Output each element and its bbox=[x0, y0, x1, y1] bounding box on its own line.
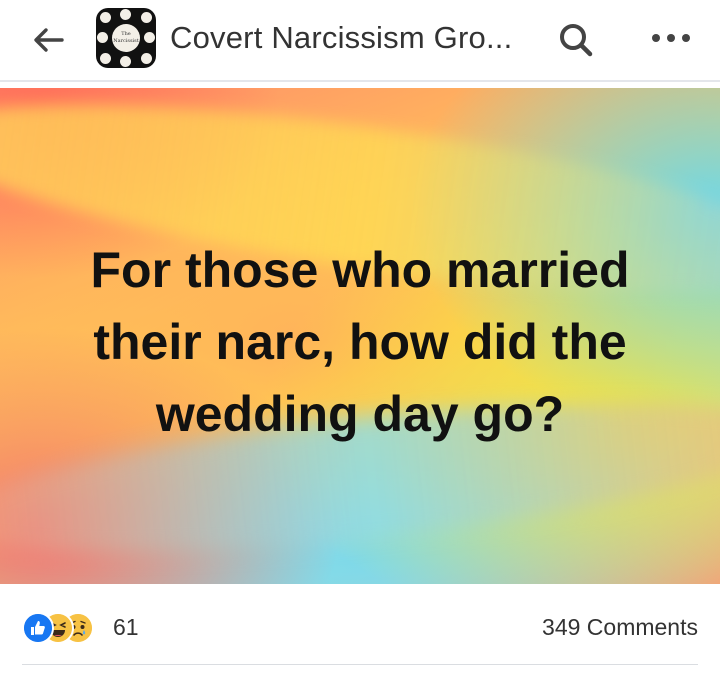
reaction-icons[interactable] bbox=[22, 612, 112, 644]
like-icon bbox=[22, 612, 54, 644]
avatar-emblem: The Narcissist bbox=[112, 24, 140, 52]
group-name[interactable]: Covert Narcissism Gro... bbox=[170, 20, 512, 56]
divider bbox=[22, 664, 698, 665]
search-icon[interactable] bbox=[556, 20, 596, 60]
back-arrow-icon[interactable] bbox=[30, 24, 66, 56]
group-avatar[interactable]: The Narcissist bbox=[96, 8, 156, 68]
post-text: For those who married their narc, how di… bbox=[90, 242, 630, 442]
top-bar: The Narcissist Covert Narcissism Gro... bbox=[0, 0, 720, 82]
comments-count[interactable]: 349 Comments bbox=[542, 612, 698, 642]
reaction-count[interactable]: 61 bbox=[113, 612, 139, 642]
post-background-image[interactable]: For those who married their narc, how di… bbox=[0, 88, 720, 584]
more-options-icon[interactable] bbox=[648, 28, 694, 48]
